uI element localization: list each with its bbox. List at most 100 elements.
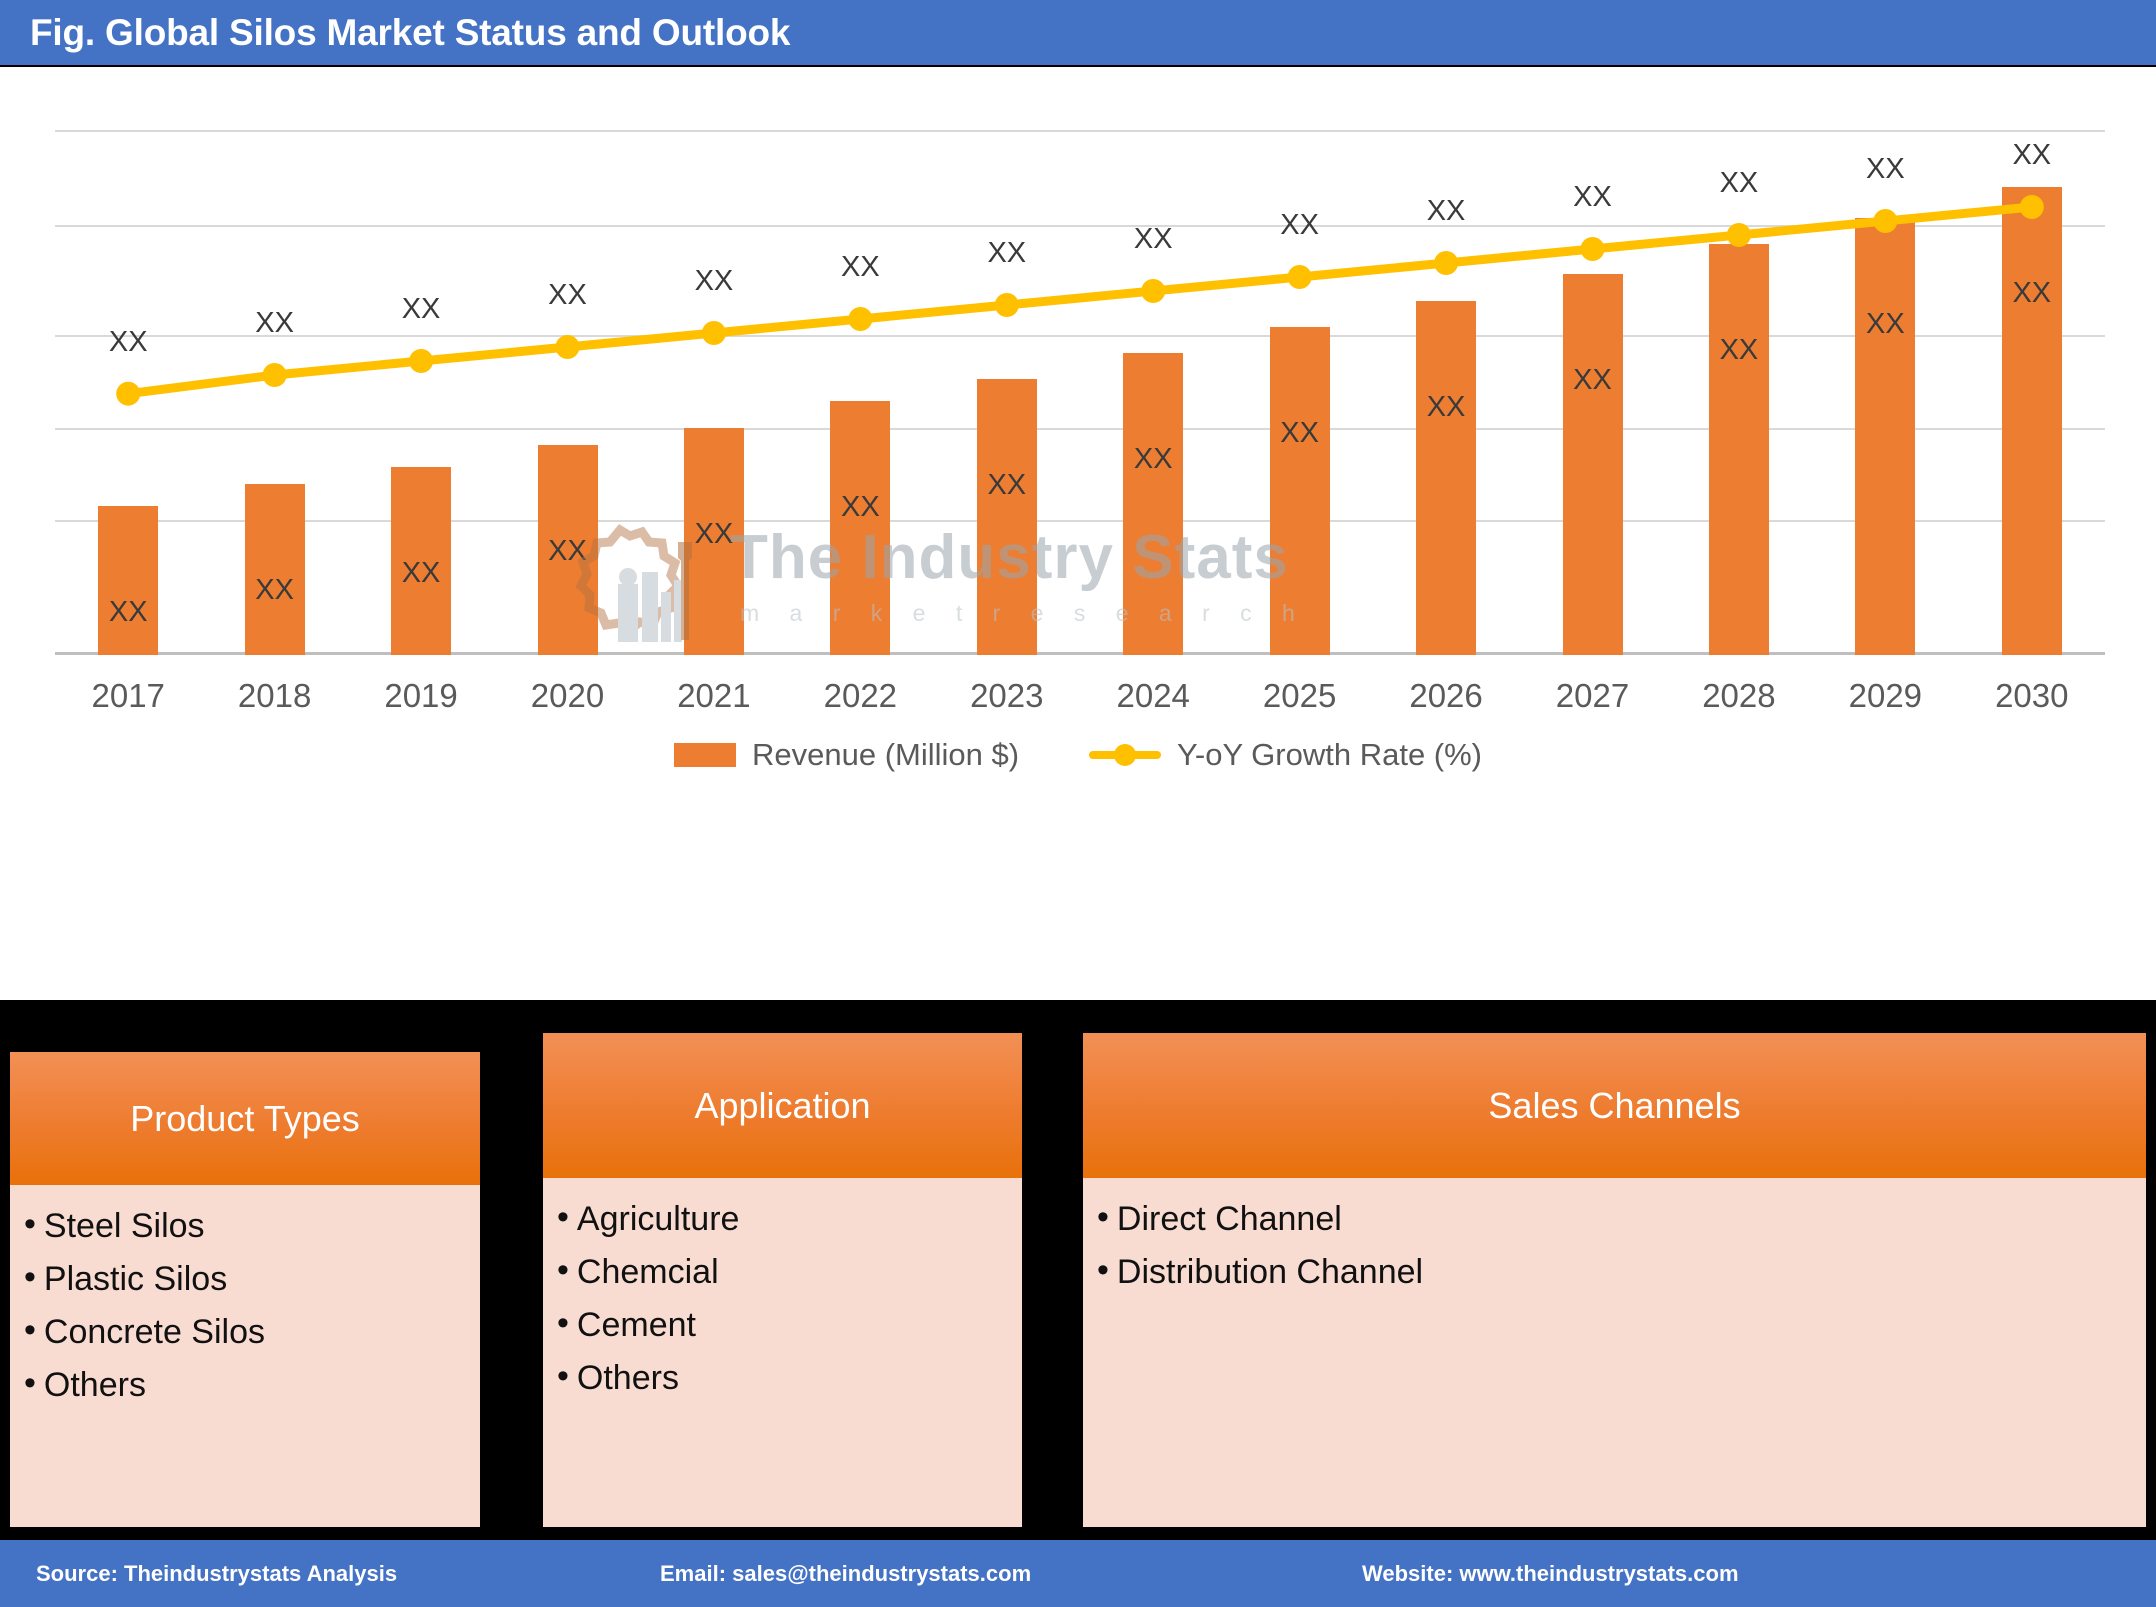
- bullet-icon: •: [24, 1364, 36, 1403]
- list-item: • Cement: [557, 1304, 1008, 1345]
- list-item: • Agriculture: [557, 1198, 1008, 1239]
- list-item: • Distribution Channel: [1097, 1251, 2132, 1292]
- list-item-label: Direct Channel: [1116, 1200, 1342, 1238]
- line-value-label: XX: [1866, 153, 1905, 185]
- bullet-icon: •: [24, 1311, 36, 1350]
- legend-line-marker-icon: [1089, 744, 1162, 766]
- line-value-label: XX: [1426, 195, 1466, 227]
- bar-value-label: XX: [255, 574, 294, 607]
- bullet-icon: •: [557, 1304, 569, 1343]
- x-axis-label-2018: 2018: [237, 677, 312, 714]
- list-item-label: Others: [43, 1366, 146, 1405]
- page-footer: Source: Theindustrystats Analysis Email:…: [0, 1540, 2156, 1607]
- list-item: • Others: [24, 1366, 466, 1405]
- list-item: • Plastic Silos: [24, 1258, 466, 1299]
- x-axis-label-2023: 2023: [970, 677, 1044, 714]
- bar-value-label: XX: [1426, 390, 1466, 423]
- line-value-label: XX: [548, 279, 587, 311]
- bullet-icon: •: [557, 1357, 569, 1396]
- line-value-label: XX: [401, 293, 441, 325]
- segment-card-application: Application • Agriculture • Chemcial • Ceme…: [543, 1033, 1022, 1527]
- x-axis-labels: 2017 2018 2019 2020 2021 2022 2023 2024 2025 2026…: [55, 677, 2105, 727]
- list-item-label: Others: [576, 1359, 679, 1398]
- x-axis-label-2027: 2027: [1555, 677, 1630, 714]
- segment-card-body: • Steel Silos • Plastic Silos • Concrete Si…: [10, 1185, 480, 1527]
- data-label-layer: XX XX XX XX XX XX XX XX XX XX XX XX XX XX XX XX XX XX XX XX…: [55, 95, 2105, 655]
- segment-card-header: Product Types: [10, 1052, 480, 1185]
- legend-swatch-icon: [673, 743, 736, 767]
- bullet-icon: •: [24, 1258, 36, 1297]
- x-axis-label-2020: 2020: [530, 677, 605, 714]
- segment-card-header: Sales Channels: [1083, 1033, 2146, 1178]
- x-axis-label-2024: 2024: [1116, 677, 1190, 714]
- bar-value-label: XX: [108, 596, 148, 629]
- bar-value-label: XX: [694, 517, 734, 550]
- line-value-label: XX: [1280, 209, 1319, 241]
- legend-label-revenue: Revenue (Million $): [751, 737, 1020, 772]
- legend-label-growth-rate: Y-oY Growth Rate (%): [1177, 737, 1483, 772]
- bar-value-label: XX: [1573, 364, 1612, 397]
- x-axis-label-2021: 2021: [677, 677, 751, 714]
- segment-card-product-types: Product Types • Steel Silos • Plastic Silo…: [10, 1052, 480, 1527]
- bar-value-label: XX: [401, 556, 441, 589]
- x-axis-label-2022: 2022: [823, 677, 898, 714]
- list-item: • Steel Silos: [24, 1205, 466, 1246]
- legend-item-growth-rate[interactable]: Y-oY Growth Rate (%): [1089, 737, 1482, 773]
- x-axis-label-2026: 2026: [1409, 677, 1483, 714]
- bar-value-label: XX: [548, 535, 587, 567]
- list-item-label: Distribution Channel: [1116, 1253, 1424, 1292]
- segment-title-application: Application: [694, 1084, 871, 1126]
- segment-card-body: • Direct Channel • Distribution Channel: [1083, 1178, 2146, 1527]
- list-item: • Others: [557, 1359, 1008, 1398]
- footer-website[interactable]: Website: www.theindustrystats.com: [1362, 1561, 1739, 1587]
- chart-legend: Revenue (Million $) Y-oY Growth Rate (%): [0, 737, 2156, 773]
- bar-value-label: XX: [987, 469, 1027, 502]
- segment-title-sales-channels: Sales Channels: [1488, 1084, 1741, 1126]
- line-value-label: XX: [1719, 167, 1759, 199]
- chart-panel: XX XX XX XX XX XX XX XX XX XX XX XX XX XX XX XX XX XX XX XX…: [0, 67, 2156, 1000]
- x-axis-label-2017: 2017: [91, 677, 165, 714]
- bullet-icon: •: [557, 1198, 569, 1236]
- x-axis-label-2019: 2019: [384, 677, 458, 714]
- chart-plot-area: XX XX XX XX XX XX XX XX XX XX XX XX XX XX XX XX XX XX XX XX…: [55, 95, 2105, 655]
- footer-email[interactable]: Email: sales@theindustrystats.com: [660, 1561, 1031, 1587]
- line-value-label: XX: [694, 265, 734, 297]
- line-value-label: XX: [841, 251, 880, 283]
- bar-value-label: XX: [1133, 443, 1173, 476]
- list-item-label: Cement: [576, 1306, 696, 1345]
- list-item-label: Agriculture: [576, 1200, 740, 1238]
- legend-item-revenue[interactable]: Revenue (Million $): [673, 737, 1020, 773]
- x-axis-label-2030: 2030: [1995, 677, 2069, 714]
- list-item-label: Chemcial: [576, 1253, 719, 1292]
- bullet-icon: •: [557, 1251, 569, 1290]
- bar-value-label: XX: [2012, 276, 2052, 309]
- bullet-icon: •: [24, 1205, 36, 1243]
- bar-value-label: XX: [841, 491, 880, 524]
- line-value-label: XX: [255, 307, 294, 339]
- segment-card-header: Application: [543, 1033, 1022, 1178]
- bullet-icon: •: [1097, 1251, 1109, 1290]
- page-title: Fig. Global Silos Market Status and Outl…: [30, 11, 791, 53]
- page-header: Fig. Global Silos Market Status and Outl…: [0, 0, 2156, 65]
- bar-value-label: XX: [1280, 416, 1319, 449]
- bar-value-label: XX: [1866, 307, 1905, 340]
- bar-value-label: XX: [1719, 333, 1759, 366]
- list-item-label: Steel Silos: [43, 1207, 205, 1245]
- list-item-label: Plastic Silos: [43, 1260, 228, 1299]
- line-value-label: XX: [108, 325, 148, 358]
- list-item: • Direct Channel: [1097, 1198, 2132, 1239]
- line-value-label: XX: [1573, 181, 1612, 213]
- list-item: • Chemcial: [557, 1251, 1008, 1292]
- line-value-label: XX: [2012, 139, 2052, 171]
- segment-card-sales-channels: Sales Channels • Direct Channel • Distribu…: [1083, 1033, 2146, 1527]
- x-axis-label-2025: 2025: [1262, 677, 1337, 714]
- list-item-label: Concrete Silos: [43, 1313, 266, 1352]
- segment-card-body: • Agriculture • Chemcial • Cement • Others: [543, 1178, 1022, 1527]
- x-axis-label-2028: 2028: [1702, 677, 1776, 714]
- line-value-label: XX: [1133, 223, 1173, 255]
- x-axis-label-2029: 2029: [1848, 677, 1923, 714]
- list-item: • Concrete Silos: [24, 1311, 466, 1352]
- segment-title-product-types: Product Types: [130, 1097, 360, 1139]
- bullet-icon: •: [1097, 1198, 1109, 1236]
- line-value-label: XX: [987, 237, 1027, 269]
